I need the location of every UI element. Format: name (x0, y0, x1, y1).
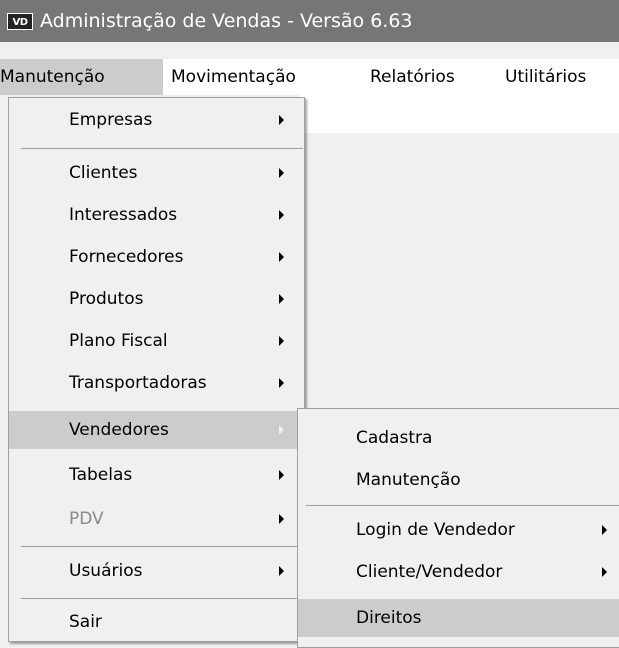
submenu-item-manutencao[interactable]: Manutenção (298, 461, 619, 499)
submenu-arrow-icon (279, 378, 284, 388)
menu-item-label: Fornecedores (69, 247, 184, 267)
menu-item-label: Cadastra (356, 428, 433, 448)
menu-separator (306, 505, 619, 506)
toolbar-area (300, 95, 619, 133)
submenu-arrow-icon (602, 525, 607, 535)
window-title: Administração de Vendas - Versão 6.63 (40, 10, 413, 32)
menu-item-label: Manutenção (356, 470, 461, 490)
submenu-arrow-icon (279, 115, 284, 125)
menu-separator (21, 148, 303, 149)
menu-item-label: Plano Fiscal (69, 331, 168, 351)
submenu-item-cadastra[interactable]: Cadastra (298, 419, 619, 457)
menu-manutencao-label: Manutenção (0, 67, 105, 87)
submenu-arrow-icon (279, 336, 284, 346)
menu-item-label: Direitos (356, 608, 422, 628)
menu-separator (21, 546, 303, 547)
menu-movimentacao-label: Movimentação (171, 67, 296, 87)
menu-item-usuarios[interactable]: Usuários (9, 552, 304, 590)
submenu-arrow-icon (279, 566, 284, 576)
menu-utilitarios-label: Utilitários (505, 67, 587, 87)
menu-item-label: Cliente/Vendedor (356, 562, 503, 582)
submenu-arrow-icon (279, 294, 284, 304)
menu-item-sair[interactable]: Sair (9, 603, 304, 641)
submenu-arrow-icon (279, 425, 284, 435)
menu-item-empresas[interactable]: Empresas (9, 101, 304, 139)
menu-bar: Manutenção Movimentação Relatórios Utili… (0, 59, 619, 95)
menu-item-label: Sair (69, 612, 102, 632)
submenu-arrow-icon (279, 514, 284, 524)
submenu-arrow-icon (602, 567, 607, 577)
menu-item-label: Empresas (69, 110, 153, 130)
submenu-item-login-de-vendedor[interactable]: Login de Vendedor (298, 511, 619, 549)
submenu-arrow-icon (279, 470, 284, 480)
title-bar: VD Administração de Vendas - Versão 6.63 (0, 0, 619, 42)
menu-item-fornecedores[interactable]: Fornecedores (9, 238, 304, 276)
menu-manutencao[interactable]: Manutenção (0, 59, 163, 95)
submenu-item-cliente-vendedor[interactable]: Cliente/Vendedor (298, 553, 619, 591)
submenu-arrow-icon (279, 168, 284, 178)
menu-relatorios[interactable]: Relatórios (370, 59, 455, 95)
menu-item-label: Transportadoras (69, 373, 207, 393)
menu-item-label: Interessados (69, 205, 178, 225)
menu-item-transportadoras[interactable]: Transportadoras (9, 364, 304, 402)
submenu-item-direitos[interactable]: Direitos (298, 599, 619, 637)
menu-item-label: Produtos (69, 289, 144, 309)
menu-separator (21, 598, 303, 599)
menu-movimentacao[interactable]: Movimentação (171, 59, 296, 95)
menu-relatorios-label: Relatórios (370, 67, 455, 87)
menu-item-plano-fiscal[interactable]: Plano Fiscal (9, 322, 304, 360)
submenu-arrow-icon (279, 210, 284, 220)
menu-item-label: Tabelas (69, 465, 133, 485)
menu-item-vendedores[interactable]: Vendedores (9, 411, 304, 449)
vendedores-submenu: Cadastra Manutenção Login de Vendedor Cl… (297, 408, 619, 648)
menu-item-label: Vendedores (69, 420, 169, 440)
menu-utilitarios[interactable]: Utilitários (505, 59, 586, 95)
menu-item-pdv: PDV (9, 500, 304, 538)
menu-item-label: Usuários (69, 561, 143, 581)
menu-item-label: Login de Vendedor (356, 520, 515, 540)
menu-item-interessados[interactable]: Interessados (9, 196, 304, 234)
menu-item-clientes[interactable]: Clientes (9, 154, 304, 192)
manutencao-dropdown: Empresas Clientes Interessados Fornecedo… (8, 97, 305, 642)
app-icon: VD (7, 12, 33, 30)
menu-item-tabelas[interactable]: Tabelas (9, 456, 304, 494)
menu-item-produtos[interactable]: Produtos (9, 280, 304, 318)
submenu-arrow-icon (279, 252, 284, 262)
menu-item-label: Clientes (69, 163, 138, 183)
menu-item-label: PDV (69, 509, 104, 529)
